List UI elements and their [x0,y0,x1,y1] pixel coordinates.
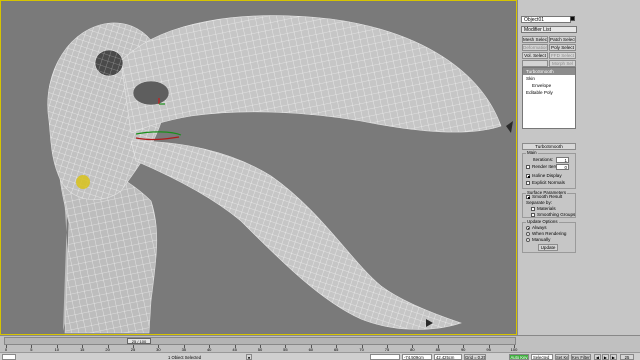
current-frame-field[interactable]: 25 [620,354,634,360]
materials-checkbox[interactable] [531,207,535,211]
time-slider-track[interactable]: 25 / 100 [4,337,516,345]
main-group-label: Main [526,150,538,155]
manually-label: Manually [532,237,551,242]
morph-select-button[interactable]: Morph Sel [549,60,576,67]
render-iters-label: Render Iters: [532,164,559,169]
set-key-button[interactable]: Set Key [555,354,569,360]
modifier-stack[interactable]: TurboSmooth Skin Envelope Editable Poly [522,67,576,129]
iterations-label: Iterations: [533,157,554,162]
smoothing-groups-checkbox[interactable] [531,213,535,217]
always-radio[interactable] [526,226,530,230]
command-panel: Object01 Modifier List Mesh Select Patch… [517,0,640,335]
separate-by-label: Separate by: [526,200,553,205]
stack-item-turbosmooth[interactable]: TurboSmooth [523,68,575,75]
ffd-select-button[interactable]: FFD Select [549,52,576,59]
selection-status: 1 Object Selected [166,354,216,360]
poly-select-button[interactable]: Poly Select [549,44,576,51]
deformation-button[interactable]: Deformation [522,44,548,51]
smoothing-groups-label: Smoothing Groups [537,212,576,217]
goto-end-icon[interactable]: ▶ [610,354,617,360]
modifier-list-dropdown[interactable]: Modifier List [521,26,577,33]
explicit-normals-checkbox[interactable] [526,181,530,185]
object-name-field[interactable]: Object01 [521,16,571,23]
blank-modifier-button[interactable] [522,60,548,67]
track-bar-ruler[interactable]: 0 5 10 15 20 25 30 35 40 45 50 55 60 65 70 75 80 85 90 95 10… [4,345,517,352]
status-bar: 1 Object Selected ● -74.509cm 42.425cm G… [0,352,640,360]
goto-start-icon[interactable]: ◀ [594,354,601,360]
stack-item-editable-poly[interactable]: Editable Poly [523,89,575,96]
smooth-result-label: Smooth Result [532,194,563,199]
iterations-spinner[interactable]: 1 [556,157,569,163]
render-iters-checkbox[interactable] [526,165,530,169]
key-filters-button[interactable]: Key Filters... [571,354,591,360]
stack-item-envelope[interactable]: Envelope [523,82,575,89]
auto-key-button[interactable]: Auto Key [509,354,529,360]
perspective-viewport[interactable] [0,0,517,335]
stack-item-skin[interactable]: Skin [523,75,575,82]
lock-selection-icon[interactable]: ● [246,354,252,360]
materials-label: Materials [537,206,556,211]
isoline-display-label: Isoline Display [532,173,562,178]
grid-size-readout: Grid = 0.254m [464,354,486,360]
patch-select-button[interactable]: Patch Select [549,36,576,43]
object-color-swatch[interactable] [570,16,575,21]
when-rendering-radio[interactable] [526,232,530,236]
manually-radio[interactable] [526,238,530,242]
selected-dropdown[interactable]: Selected [531,354,553,360]
mesh-select-button[interactable]: Mesh Select [522,36,548,43]
always-label: Always [532,225,547,230]
x-coordinate-field[interactable] [370,354,400,360]
isoline-display-checkbox[interactable] [526,174,530,178]
when-rendering-label: When Rendering [532,231,567,236]
smooth-result-checkbox[interactable] [526,195,530,199]
time-slider-thumb[interactable]: 25 / 100 [127,338,151,344]
z-coordinate-field[interactable]: 42.425cm [434,354,462,360]
toucan-mesh [47,15,513,334]
update-button[interactable]: Update [538,244,558,251]
explicit-normals-label: Explicit Normals [532,180,565,185]
y-coordinate-field[interactable]: -74.509cm [402,354,432,360]
update-group-label: Update Options [526,219,559,224]
render-iters-spinner[interactable]: 0 [556,164,569,170]
rollout-turbosmooth[interactable]: TurboSmooth [522,143,576,150]
maxscript-listener-field[interactable] [2,354,16,360]
vol-select-button[interactable]: Vol. Select [522,52,548,59]
play-icon[interactable]: ▶ [602,354,609,360]
